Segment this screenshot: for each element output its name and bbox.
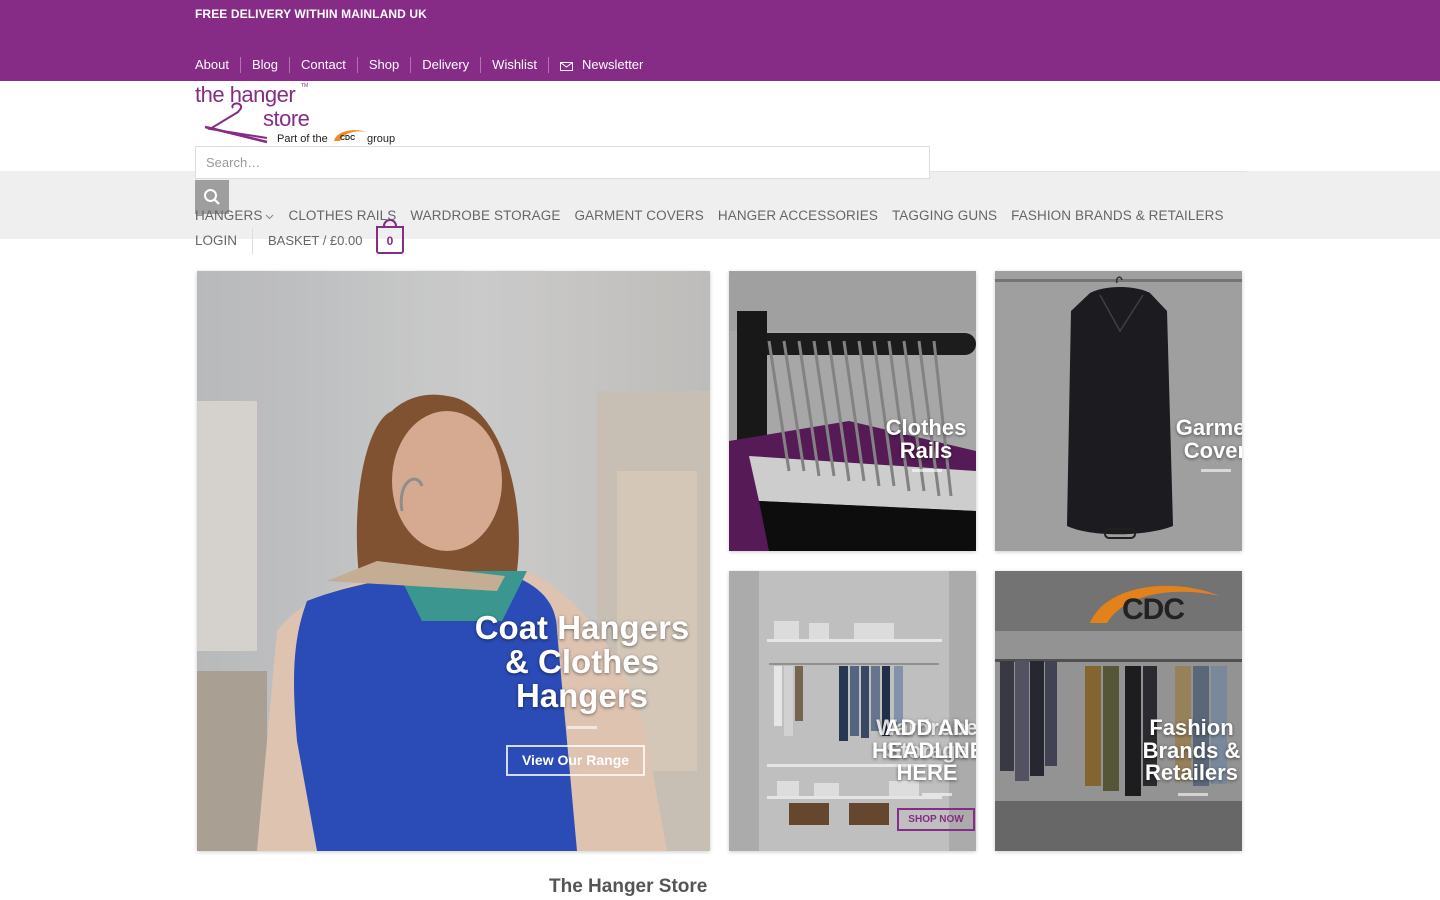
garment-covers-divider	[1201, 469, 1231, 472]
tile-garment-covers[interactable]: Garment Covers	[995, 271, 1242, 551]
view-our-range-button[interactable]: View Our Range	[506, 745, 645, 776]
fashion-brands-photo	[995, 571, 1242, 851]
tile-fashion-brands[interactable]: CDC Fashion Brands & Retailers	[995, 571, 1242, 851]
cdc-logo-icon: CDC	[334, 130, 367, 142]
top-link-blog[interactable]: Blog	[239, 57, 289, 73]
search-input[interactable]	[195, 146, 930, 179]
logo-tagline-prefix: Part of the	[277, 133, 328, 145]
account-navigation: LOGIN BASKET / £0.00	[195, 228, 362, 254]
nav-item-clothes-rails[interactable]: CLOTHES RAILS	[288, 208, 396, 223]
nav-hangers-label: HANGERS	[195, 208, 263, 223]
hero-title-line1: Coat Hangers	[474, 609, 690, 646]
fashion-title-line2: Brands &	[1142, 737, 1241, 763]
top-link-contact[interactable]: Contact	[289, 57, 357, 73]
envelope-icon	[559, 62, 573, 71]
nav-item-garment-covers[interactable]: GARMENT COVERS	[574, 208, 703, 223]
logo-line2: store	[263, 106, 310, 131]
fashion-title-line3: Retailers	[1145, 760, 1238, 786]
logo-tm: TM	[301, 83, 308, 89]
wardrobe-divider	[922, 793, 952, 796]
clothes-rails-title: Clothes Rails	[875, 415, 976, 463]
fashion-title-line1: Fashion	[1149, 715, 1234, 740]
nav-item-wardrobe-storage[interactable]: WARDROBE STORAGE	[410, 208, 560, 223]
logo-line1: the hanger	[195, 82, 295, 107]
garment-covers-title: Garment Covers	[1163, 415, 1242, 463]
cart-count-badge[interactable]: 0	[376, 226, 404, 254]
cdc-logo: CDC	[1122, 593, 1185, 626]
fashion-brands-divider	[1178, 793, 1208, 796]
top-navigation: About Blog Contact Shop Delivery Wishlis…	[195, 57, 654, 73]
tile-clothes-rails[interactable]: Clothes Rails	[729, 271, 976, 551]
nav-divider-line	[930, 171, 1245, 172]
chevron-down-icon	[266, 214, 274, 220]
logo-tagline-suffix: group	[367, 133, 395, 145]
top-link-delivery[interactable]: Delivery	[410, 57, 480, 73]
promo-text: FREE DELIVERY WITHIN MAINLAND UK	[195, 7, 427, 21]
nav-item-hanger-accessories[interactable]: HANGER ACCESSORIES	[718, 208, 878, 223]
top-link-wishlist[interactable]: Wishlist	[480, 57, 548, 73]
hero-title-line3: Hangers	[515, 676, 649, 714]
wardrobe-headline-line2: HEADLINE	[872, 737, 976, 763]
hero-divider	[567, 726, 597, 729]
top-link-about[interactable]: About	[195, 57, 240, 73]
basket-link[interactable]: BASKET / £0.00	[268, 233, 362, 249]
logo-badge: CDC	[340, 135, 355, 142]
clothes-rails-divider	[912, 469, 942, 472]
page-section-title: The Hanger Store	[549, 876, 708, 897]
login-link[interactable]: LOGIN	[195, 228, 254, 254]
site-logo[interactable]: the hanger TM store Part of the CDC grou…	[195, 82, 405, 146]
logo-hanger-icon	[204, 102, 268, 144]
garment-covers-photo	[995, 271, 1242, 551]
nav-item-tagging-guns[interactable]: TAGGING GUNS	[892, 208, 997, 223]
wardrobe-headline-line3: HERE	[896, 760, 958, 786]
top-link-newsletter[interactable]: Newsletter	[547, 57, 654, 73]
clothes-rails-title-line1: Clothes	[885, 415, 967, 440]
wardrobe-headline: ADD AN HEADLINE HERE	[872, 715, 976, 786]
wardrobe-headline-line1: ADD AN	[884, 715, 970, 740]
top-link-shop[interactable]: Shop	[356, 57, 410, 73]
hero-title-line2: & Clothes	[504, 642, 659, 680]
shop-now-button[interactable]: SHOP NOW	[897, 808, 975, 831]
garment-covers-title-line2: Covers	[1183, 437, 1242, 463]
search-icon	[204, 189, 220, 205]
main-navigation: HANGERS CLOTHES RAILS WARDROBE STORAGE G…	[195, 208, 1238, 223]
clothes-rails-title-line2: Rails	[899, 437, 953, 463]
fashion-brands-title: Fashion Brands & Retailers	[1135, 715, 1242, 786]
hero-title: Coat Hangers & Clothes Hangers	[465, 611, 699, 713]
newsletter-label: Newsletter	[581, 57, 644, 72]
nav-item-hangers[interactable]: HANGERS	[195, 208, 274, 223]
clothes-rails-photo	[729, 271, 976, 551]
nav-item-fashion-brands[interactable]: FASHION BRANDS & RETAILERS	[1011, 208, 1223, 223]
garment-covers-title-line1: Garment	[1175, 415, 1242, 440]
